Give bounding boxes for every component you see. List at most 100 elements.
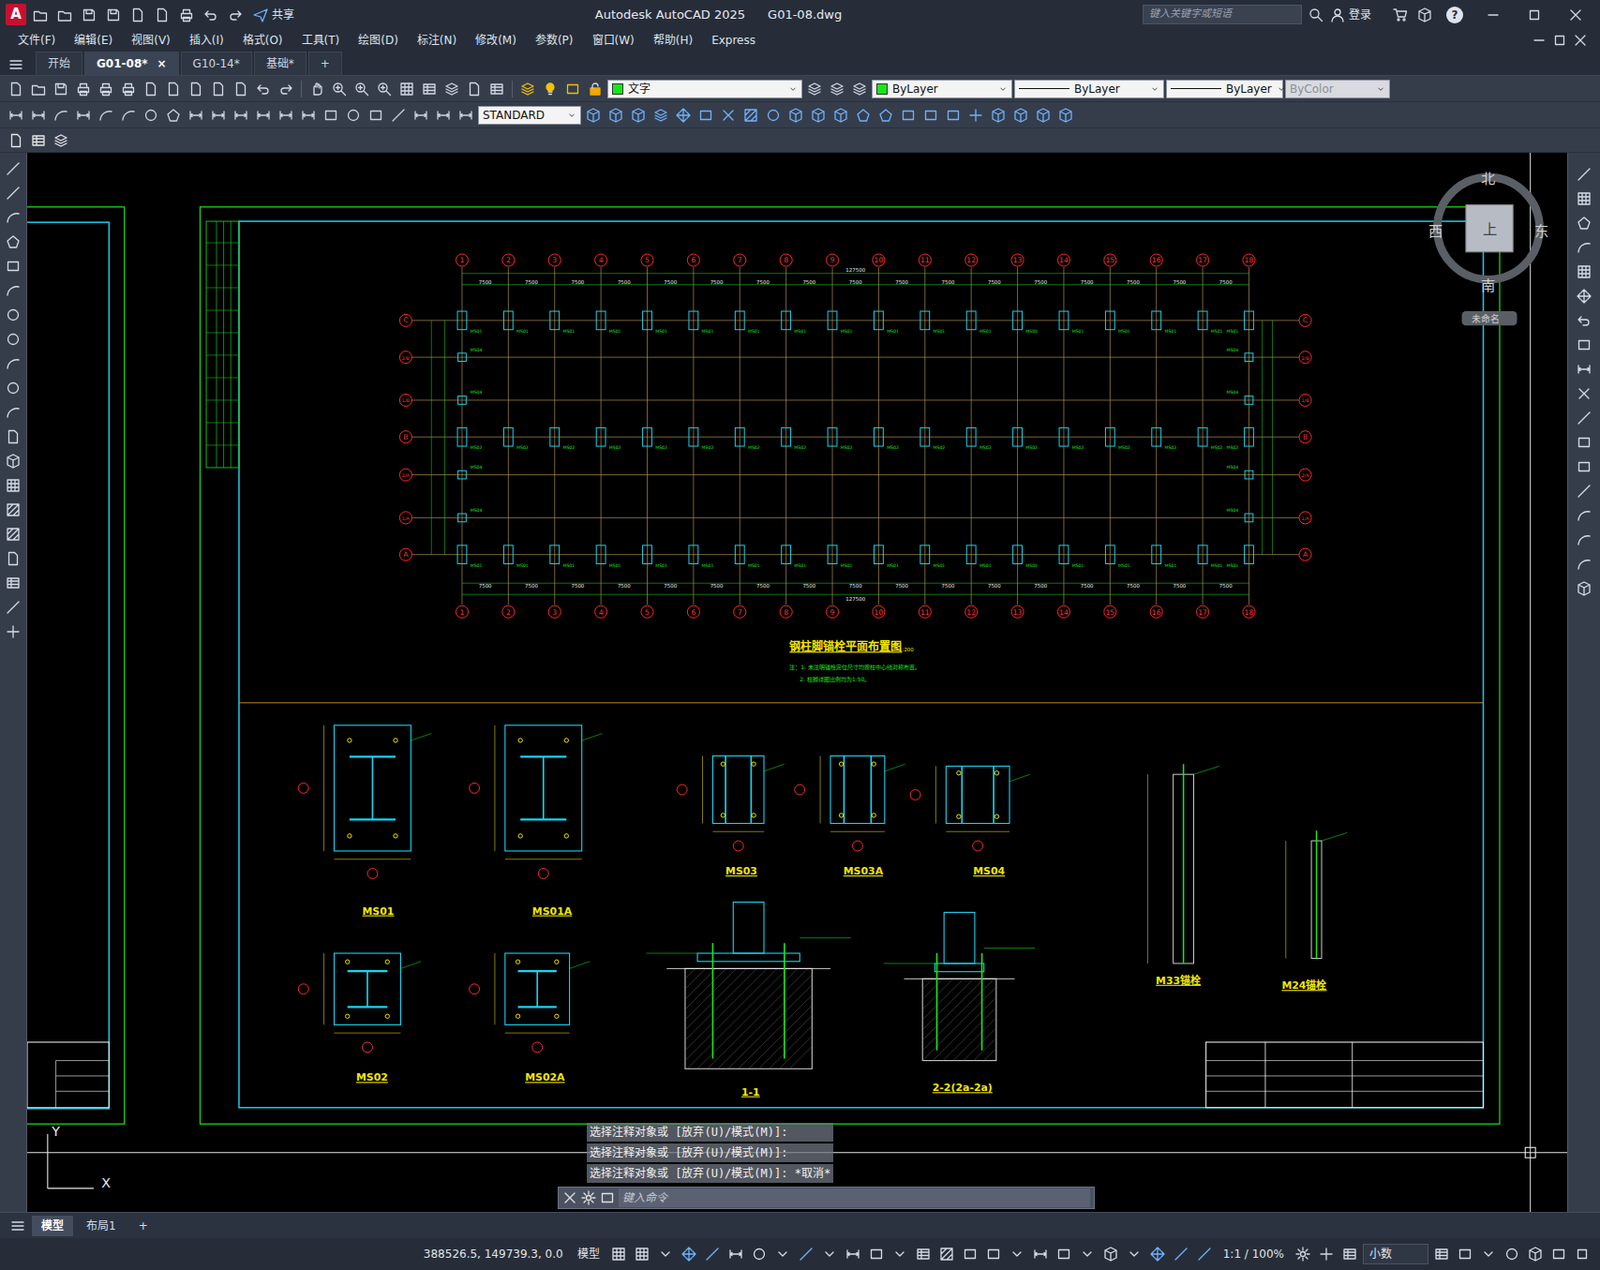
print-button[interactable] bbox=[95, 78, 117, 100]
new-tab-button[interactable]: + bbox=[308, 51, 343, 75]
circle-button[interactable] bbox=[2, 304, 24, 326]
undo-button[interactable] bbox=[253, 78, 274, 100]
dims-button[interactable] bbox=[253, 104, 274, 126]
dims-button[interactable] bbox=[185, 104, 207, 126]
line-button[interactable] bbox=[702, 1243, 723, 1265]
layer-dropdown[interactable]: 文字 bbox=[607, 79, 803, 99]
search-field[interactable] bbox=[1142, 4, 1302, 25]
plus-button[interactable] bbox=[965, 104, 987, 126]
dims-button[interactable] bbox=[410, 104, 432, 126]
close-button[interactable] bbox=[1556, 4, 1595, 26]
grid-button[interactable] bbox=[1573, 188, 1595, 210]
save-button[interactable] bbox=[103, 4, 124, 26]
help-button[interactable]: ? bbox=[1446, 6, 1464, 24]
arc-button[interactable] bbox=[2, 280, 24, 301]
doc-button[interactable] bbox=[2, 548, 24, 569]
rect-button[interactable] bbox=[2, 255, 24, 277]
poly-button[interactable] bbox=[875, 104, 897, 126]
rect-button[interactable] bbox=[866, 1243, 887, 1265]
cube-button[interactable] bbox=[1055, 104, 1077, 126]
menu-item[interactable]: 窗口(W) bbox=[583, 29, 643, 52]
grid-button[interactable] bbox=[631, 1243, 653, 1265]
document-tab[interactable]: 基础* bbox=[254, 51, 307, 75]
doc-button[interactable] bbox=[5, 78, 27, 100]
grid-button[interactable] bbox=[1573, 261, 1595, 283]
undo-button[interactable] bbox=[1573, 310, 1595, 331]
dims-button[interactable] bbox=[5, 104, 27, 126]
table-button[interactable] bbox=[912, 1243, 934, 1265]
menu-item[interactable]: 编辑(E) bbox=[65, 29, 121, 52]
cube-button[interactable] bbox=[605, 104, 627, 126]
move-button[interactable] bbox=[1573, 285, 1595, 307]
doc-button[interactable] bbox=[140, 78, 162, 100]
cube-button[interactable] bbox=[1573, 578, 1595, 599]
cube-button[interactable] bbox=[1525, 1243, 1546, 1265]
layer-button[interactable] bbox=[650, 104, 672, 126]
dims-button[interactable] bbox=[1030, 1243, 1051, 1265]
line-button[interactable] bbox=[1170, 1243, 1192, 1265]
caret-button[interactable] bbox=[1478, 1243, 1499, 1265]
line-button[interactable] bbox=[2, 158, 24, 180]
layer-button[interactable] bbox=[849, 78, 870, 100]
circle-button[interactable] bbox=[1501, 1243, 1523, 1265]
zoom-button[interactable] bbox=[373, 78, 395, 100]
menu-item[interactable]: 格式(O) bbox=[234, 29, 292, 52]
arc-button[interactable] bbox=[1573, 505, 1595, 526]
menu-item[interactable]: 绘图(D) bbox=[349, 29, 407, 52]
menu-item[interactable]: Express bbox=[702, 29, 764, 52]
cube-button[interactable] bbox=[785, 104, 807, 126]
print-button[interactable] bbox=[73, 78, 94, 100]
document-tab[interactable]: G10-14* bbox=[180, 51, 253, 75]
cart-button[interactable] bbox=[1390, 4, 1411, 26]
close-button[interactable] bbox=[1573, 383, 1595, 404]
layer-button[interactable] bbox=[517, 78, 539, 100]
folder-button[interactable] bbox=[29, 4, 51, 26]
hatch-button[interactable] bbox=[740, 104, 762, 126]
arc-button[interactable] bbox=[50, 104, 72, 126]
caret-button[interactable] bbox=[772, 1243, 793, 1265]
dims-button[interactable] bbox=[298, 104, 319, 126]
line-button[interactable] bbox=[2, 597, 24, 618]
print-button[interactable] bbox=[176, 4, 197, 26]
move-button[interactable] bbox=[1147, 1243, 1168, 1265]
line-button[interactable] bbox=[1194, 1243, 1215, 1265]
caret-button[interactable] bbox=[1006, 1243, 1028, 1265]
lock-button[interactable] bbox=[584, 78, 606, 100]
rect-button[interactable] bbox=[695, 104, 717, 126]
dims-button[interactable] bbox=[1573, 358, 1595, 380]
document-tab[interactable]: G01-08*× bbox=[84, 51, 180, 75]
layer-button[interactable] bbox=[804, 78, 825, 100]
caret-button[interactable] bbox=[819, 1243, 840, 1265]
cube-button[interactable] bbox=[1414, 4, 1436, 26]
grid-button[interactable] bbox=[396, 78, 418, 100]
caret-button[interactable] bbox=[655, 1243, 676, 1265]
cube-button[interactable] bbox=[1032, 104, 1054, 126]
grid-button[interactable] bbox=[2, 475, 24, 496]
hand-button[interactable] bbox=[306, 78, 328, 100]
doc-button[interactable] bbox=[208, 78, 229, 100]
dims-button[interactable] bbox=[842, 1243, 864, 1265]
table-button[interactable] bbox=[1431, 1243, 1452, 1265]
line-button[interactable] bbox=[2, 182, 24, 204]
rect-button[interactable] bbox=[920, 104, 942, 126]
search-button[interactable] bbox=[1305, 4, 1327, 26]
hatch-button[interactable] bbox=[936, 1243, 958, 1265]
doc-button[interactable] bbox=[163, 78, 184, 100]
close-button[interactable] bbox=[717, 104, 739, 126]
document-tab[interactable]: 开始 bbox=[35, 51, 83, 75]
cube-button[interactable] bbox=[1100, 1243, 1122, 1265]
layout-tab[interactable]: 模型 bbox=[31, 1215, 74, 1237]
save-button[interactable] bbox=[50, 78, 72, 100]
rect-button[interactable] bbox=[1573, 334, 1595, 356]
new-layout-button[interactable]: + bbox=[129, 1215, 158, 1237]
circle-button[interactable] bbox=[343, 104, 364, 126]
menu-item[interactable]: 插入(I) bbox=[180, 29, 233, 52]
rect-button[interactable] bbox=[897, 104, 919, 126]
line-button[interactable] bbox=[795, 1243, 817, 1265]
min-button[interactable] bbox=[1474, 4, 1512, 26]
zoom-button[interactable] bbox=[328, 78, 350, 100]
rect-button[interactable] bbox=[959, 1243, 981, 1265]
app-logo[interactable]: A bbox=[5, 3, 27, 26]
caret-button[interactable] bbox=[889, 1243, 911, 1265]
rect-button[interactable] bbox=[1573, 456, 1595, 478]
